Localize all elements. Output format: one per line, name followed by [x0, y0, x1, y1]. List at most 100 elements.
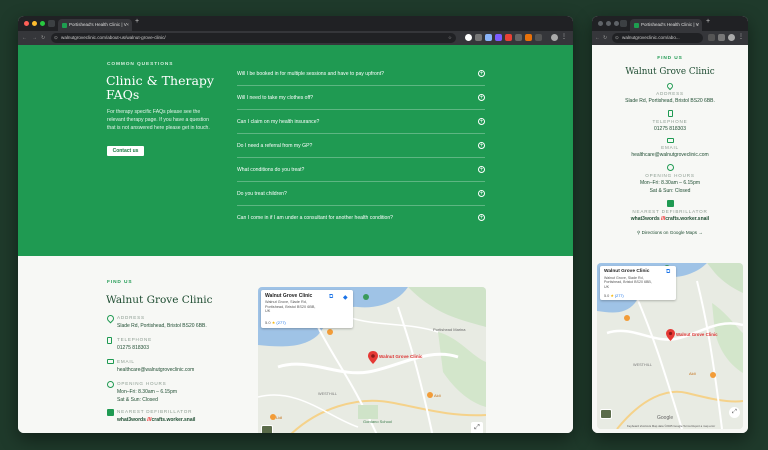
- puzzle-icon[interactable]: [535, 34, 542, 41]
- tab-strip: Portishead's Health Clinic | V × +: [592, 16, 748, 31]
- maximize-window-button[interactable]: [614, 21, 619, 26]
- menu-kebab-icon[interactable]: ⋮: [738, 34, 744, 41]
- extension-icon[interactable]: [515, 34, 522, 41]
- minimize-window-button[interactable]: [32, 21, 37, 26]
- contact-us-button[interactable]: Contact us: [107, 146, 144, 156]
- close-tab-icon[interactable]: ×: [126, 19, 129, 31]
- fullscreen-icon[interactable]: ⤢: [729, 407, 740, 418]
- url-text: walnutgroveclinic.com/abo...: [622, 35, 680, 40]
- find-us-section: FIND US Walnut Grove Clinic ADDRESS Slad…: [18, 256, 573, 433]
- favicon-icon: [634, 23, 639, 28]
- extension-icon[interactable]: [708, 34, 715, 41]
- faq-item[interactable]: Can I claim on my health insurance? +: [237, 110, 485, 134]
- extension-icon[interactable]: [485, 34, 492, 41]
- map-pin-label: Walnut Grove Clinic: [379, 354, 423, 359]
- google-map[interactable]: Walnut Grove Clinic Portishead Marina Al…: [258, 287, 486, 433]
- fullscreen-icon[interactable]: ⤢: [471, 422, 483, 433]
- place-address: Walnut Grove, Slade Rd, Portishead, Bris…: [265, 300, 316, 314]
- close-window-button[interactable]: [24, 21, 29, 26]
- back-icon[interactable]: ←: [22, 33, 27, 43]
- open-in-maps-icon[interactable]: ⧉: [666, 269, 670, 276]
- address-value: Slade Rd, Portishead, Bristol BS20 6BB.: [625, 98, 715, 104]
- map-label: WESTHILL: [318, 392, 337, 396]
- toolbar: ← ↻ ⊙ walnutgroveclinic.com/abo... ⋮: [592, 31, 748, 45]
- extension-icon[interactable]: [495, 34, 502, 41]
- directions-icon[interactable]: ◆: [343, 294, 348, 301]
- expand-plus-icon[interactable]: +: [478, 190, 485, 197]
- faq-section: COMMON QUESTIONS Clinic & Therapy FAQs F…: [18, 45, 573, 256]
- forward-icon[interactable]: →: [32, 33, 37, 43]
- expand-plus-icon[interactable]: +: [478, 94, 485, 101]
- email-value[interactable]: healthcare@walnutgroveclinic.com: [592, 152, 748, 158]
- site-info-icon[interactable]: ⊙: [54, 33, 58, 43]
- expand-plus-icon[interactable]: +: [478, 142, 485, 149]
- place-info-card: Walnut Grove Clinic Walnut Grove, Slade …: [600, 266, 676, 300]
- what3words-link[interactable]: what3words ///crafts.worker.snail: [117, 417, 195, 423]
- faq-item[interactable]: Will I need to take my clothes off? +: [237, 86, 485, 110]
- faq-item[interactable]: What conditions do you treat? +: [237, 158, 485, 182]
- site-info-icon[interactable]: ⊙: [615, 33, 619, 43]
- faq-eyebrow: COMMON QUESTIONS: [107, 62, 174, 67]
- back-icon[interactable]: ←: [595, 33, 600, 43]
- map-footer[interactable]: Keyboard shortcuts Map data ©2025 Google…: [627, 424, 715, 428]
- faq-item[interactable]: Will I be booked in for multiple session…: [237, 62, 485, 86]
- expand-plus-icon[interactable]: +: [478, 214, 485, 221]
- map-label: Lidl: [276, 415, 283, 420]
- extension-icon[interactable]: [505, 34, 512, 41]
- avatar[interactable]: [728, 34, 735, 41]
- faq-item[interactable]: Do you treat children? +: [237, 182, 485, 206]
- address-bar[interactable]: ⊙ walnutgroveclinic.com/about-us/walnut-…: [51, 33, 456, 43]
- faq-item[interactable]: Do I need a referral from my GP? +: [237, 134, 485, 158]
- close-window-button[interactable]: [598, 21, 603, 26]
- faq-item[interactable]: Can I come in if I am under a consultant…: [237, 206, 485, 230]
- new-tab-button[interactable]: +: [135, 18, 139, 25]
- place-rating: 5.0 ★ (277): [604, 294, 624, 298]
- reload-icon[interactable]: ↻: [603, 33, 607, 43]
- address-bar[interactable]: ⊙ walnutgroveclinic.com/abo...: [612, 33, 703, 43]
- extension-icon[interactable]: [525, 34, 532, 41]
- expand-plus-icon[interactable]: +: [478, 166, 485, 173]
- profile-circle-icon[interactable]: [465, 34, 472, 41]
- avatar[interactable]: [551, 34, 558, 41]
- menu-kebab-icon[interactable]: ⋮: [561, 34, 567, 41]
- open-in-maps-icon[interactable]: ⧉: [329, 294, 333, 301]
- map-pin-icon[interactable]: [666, 329, 675, 341]
- browser-tab[interactable]: Portishead's Health Clinic | V ×: [630, 19, 702, 31]
- address-label: ADDRESS: [656, 91, 684, 96]
- hours-label: OPENING HOURS: [645, 173, 695, 178]
- tab-search-button[interactable]: [48, 20, 55, 27]
- extension-icon[interactable]: [718, 34, 725, 41]
- extension-icon[interactable]: [475, 34, 482, 41]
- faq-question: Do I need a referral from my GP?: [237, 143, 313, 149]
- place-rating: 5.0 ★ (277): [265, 320, 286, 325]
- satellite-toggle[interactable]: [600, 409, 612, 419]
- expand-plus-icon[interactable]: +: [478, 118, 485, 125]
- reload-icon[interactable]: ↻: [41, 33, 45, 43]
- phone-value[interactable]: 01275 818303: [117, 345, 149, 351]
- map-label: Gordano School: [363, 419, 392, 424]
- new-tab-button[interactable]: +: [706, 18, 710, 25]
- what3words-link[interactable]: what3words ///crafts.worker.snail: [592, 216, 748, 222]
- find-us-eyebrow: FIND US: [657, 56, 683, 61]
- close-tab-icon[interactable]: ×: [696, 19, 699, 31]
- faq-question: Can I come in if I am under a consultant…: [237, 215, 394, 221]
- directions-link[interactable]: ⚲ Directions on Google Maps →: [592, 230, 748, 236]
- find-us-eyebrow: FIND US: [107, 280, 133, 285]
- maximize-window-button[interactable]: [40, 21, 45, 26]
- tab-search-button[interactable]: [620, 20, 627, 27]
- clock-icon: [107, 381, 114, 388]
- phone-value[interactable]: 01275 818303: [592, 126, 748, 132]
- tab-title: Portishead's Health Clinic | V: [69, 22, 127, 27]
- arrow-right-icon: →: [697, 230, 703, 235]
- google-map[interactable]: Walnut Grove Clinic Aldi WESTHILL Walnut…: [597, 263, 743, 429]
- map-pin-icon[interactable]: [368, 351, 378, 364]
- email-value[interactable]: healthcare@walnutgroveclinic.com: [117, 367, 194, 373]
- satellite-toggle[interactable]: [261, 425, 273, 433]
- expand-plus-icon[interactable]: +: [478, 70, 485, 77]
- browser-tab[interactable]: Portishead's Health Clinic | V ×: [58, 19, 132, 31]
- faq-title: Clinic & Therapy FAQs: [106, 73, 214, 102]
- minimize-window-button[interactable]: [606, 21, 611, 26]
- page-content: COMMON QUESTIONS Clinic & Therapy FAQs F…: [18, 45, 573, 433]
- bookmark-star-icon[interactable]: ☆: [448, 33, 452, 43]
- faq-question: Do you treat children?: [237, 191, 287, 197]
